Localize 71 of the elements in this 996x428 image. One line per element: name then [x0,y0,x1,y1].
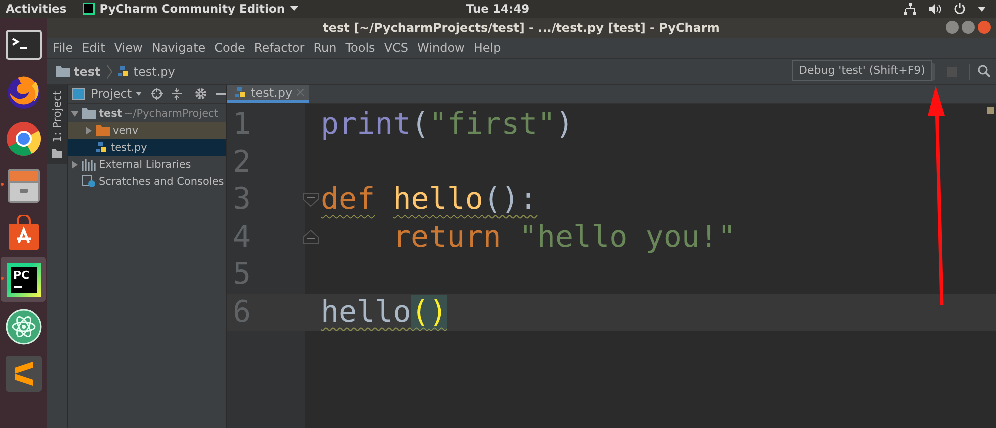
tree-item[interactable]: test ~/PycharmProject [68,105,226,122]
terminal-icon[interactable] [6,30,42,60]
inspection-marker-icon[interactable] [987,107,994,114]
caret-icon[interactable] [978,6,986,12]
editor-tab[interactable]: test.py [227,85,309,103]
activities-button[interactable]: Activities [6,2,67,16]
menu-item[interactable]: Help [474,41,502,55]
menu-item[interactable]: Navigate [152,41,206,55]
expand-arrow-icon[interactable] [71,110,79,118]
expand-arrow-icon[interactable] [85,126,93,134]
crosshair-icon[interactable] [151,88,164,100]
caret-icon [290,6,300,12]
menu-item[interactable]: VCS [384,41,409,55]
browser-icon[interactable] [6,120,42,156]
atom-icon[interactable] [6,308,42,344]
expand-arrow-icon[interactable] [71,160,79,168]
menu-item[interactable]: View [114,41,143,55]
shopping-bag-icon[interactable] [6,214,40,250]
python-file-icon [118,65,130,78]
app-logo-icon [82,3,95,15]
menu-item[interactable]: Window [418,41,465,55]
minimize-button[interactable] [946,21,959,34]
code-line: def hello(): [321,182,538,218]
code-line: return "hello you!" [393,220,736,255]
window-icon [72,88,85,100]
panel-title[interactable]: Project [91,87,132,101]
folder-icon [52,148,62,158]
scratch-file-icon [82,175,96,188]
fox-icon[interactable] [6,74,42,110]
breadcrumb[interactable]: test.py [134,64,176,78]
menu-item[interactable]: Tools [346,41,376,55]
python-file-icon [96,141,108,154]
folder-icon [56,66,70,77]
network-icon[interactable] [904,3,917,15]
menu-item[interactable]: File [53,41,74,55]
s-logo-icon[interactable] [6,356,42,392]
tree-item[interactable]: venv [68,122,226,139]
settings-icon[interactable] [195,88,208,100]
pc-logo-icon[interactable]: PC [6,262,40,296]
folder-icon [96,125,110,136]
close-button[interactable] [978,21,991,34]
drawer-icon[interactable] [6,168,40,204]
menu-item[interactable]: Code [214,41,246,55]
folder-icon [82,108,96,119]
library-icon [82,158,96,170]
menu-item[interactable]: Run [314,41,337,55]
project-tool-tab[interactable]: 1: Project [47,85,67,164]
collapse-icon[interactable] [172,88,182,100]
window-title: test [~/PycharmProjects/test] - .../test.py [test] - PyCharm [323,21,720,35]
tree-item[interactable]: Scratches and Consoles [68,173,226,190]
running-indicator [1,277,4,280]
fold-marker-icon[interactable] [303,230,319,244]
fold-marker-icon[interactable] [303,192,319,207]
clock[interactable]: Tue 14:49 [466,2,530,16]
power-icon[interactable] [954,3,966,15]
breadcrumb[interactable]: test [74,64,101,78]
caret-icon[interactable] [136,92,142,96]
menu-item[interactable]: Refactor [254,41,305,55]
menu-item[interactable]: Edit [82,41,106,55]
app-menu[interactable]: PyCharm Community Edition [82,2,300,16]
tree-item[interactable]: External Libraries [68,156,226,173]
search-icon[interactable] [978,65,991,78]
chevron-icon [106,64,112,78]
maximize-button[interactable] [962,21,975,34]
tooltip: Debug 'test' (Shift+F9) [792,60,932,81]
python-file-icon [235,86,247,99]
tree-item[interactable]: test.py [68,139,226,156]
volume-icon[interactable] [929,4,942,14]
running-indicator [1,183,4,186]
code-line: print("first") [321,107,574,142]
code-line: hello() [321,294,448,330]
